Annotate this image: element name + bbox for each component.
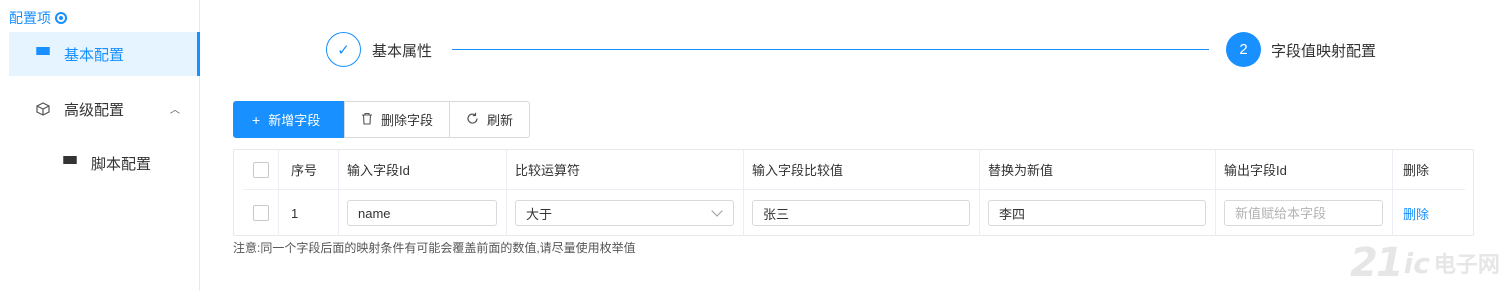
compare-value-input[interactable] — [752, 200, 970, 226]
delete-field-button[interactable]: 删除字段 — [344, 101, 451, 138]
sidebar-item-label: 脚本配置 — [91, 155, 152, 173]
gear-icon[interactable] — [55, 12, 67, 24]
step-label: 字段值映射配置 — [1271, 43, 1377, 60]
refresh-icon — [466, 112, 479, 128]
header-index: 序号 — [279, 150, 339, 189]
header-operator: 比较运算符 — [507, 150, 744, 189]
sidebar-item-script-config[interactable]: 脚本配置 — [9, 141, 200, 185]
new-value-cell — [980, 190, 1216, 236]
operator-value: 大于 — [526, 206, 553, 222]
header-input-field-id: 输入字段Id — [339, 150, 507, 189]
add-field-button[interactable]: + 新增字段 — [233, 101, 345, 138]
sidebar-item-advanced-config[interactable]: 高级配置 ︿ — [9, 87, 200, 131]
table-header: 序号 输入字段Id 比较运算符 输入字段比较值 替换为新值 输出字段Id 删除 — [243, 150, 1465, 190]
watermark-num: 21 — [1350, 240, 1404, 286]
trash-icon — [361, 112, 373, 128]
row-checkbox[interactable] — [252, 205, 269, 221]
watermark-logo: 21 ic 电子网 — [1350, 238, 1500, 288]
mapping-table: 序号 输入字段Id 比较运算符 输入字段比较值 替换为新值 输出字段Id 删除 … — [233, 149, 1474, 236]
output-field-id-input[interactable] — [1224, 200, 1383, 226]
sidebar-item-label: 基本配置 — [64, 46, 125, 64]
grid-icon — [63, 156, 77, 170]
mapping-note: 注意:同一个字段后面的映射条件有可能会覆盖前面的数值,请尽量使用枚举值 — [233, 241, 636, 255]
sidebar: 配置项 基本配置 高级配置 ︿ 脚本配置 — [0, 0, 200, 291]
cube-icon — [36, 102, 50, 116]
step-number: 2 — [1226, 32, 1261, 67]
delete-cell: 删除 — [1393, 190, 1465, 236]
config-title-label: 配置项 — [9, 10, 51, 26]
operator-select[interactable]: 大于 — [515, 200, 734, 226]
header-output-field-id: 输出字段Id — [1216, 150, 1393, 189]
toolbar: + 新增字段 删除字段 刷新 — [233, 101, 531, 138]
header-delete: 删除 — [1403, 163, 1430, 178]
table-row: 1 大于 删除 — [243, 190, 1465, 236]
row-checkbox-cell — [243, 190, 279, 236]
chevron-up-icon[interactable]: ︿ — [170, 101, 180, 116]
add-field-label: 新增字段 — [268, 113, 321, 128]
new-value-input[interactable] — [988, 200, 1206, 226]
input-field-id-input[interactable] — [347, 200, 497, 226]
config-title[interactable]: 配置项 — [9, 8, 67, 28]
watermark-cn: 电子网 — [1433, 253, 1500, 278]
step-label: 基本属性 — [372, 43, 433, 60]
delete-row-link[interactable]: 删除 — [1403, 204, 1429, 223]
header-compare-value: 输入字段比较值 — [744, 150, 980, 189]
check-icon: ✓ — [326, 32, 361, 67]
plus-icon: + — [252, 111, 261, 128]
select-all-checkbox[interactable] — [252, 161, 269, 178]
row-index: 1 — [279, 190, 339, 236]
refresh-label: 刷新 — [487, 113, 514, 128]
sidebar-item-basic-config[interactable]: 基本配置 — [9, 32, 200, 76]
grid-icon — [36, 47, 50, 61]
step-connector — [452, 49, 1209, 50]
operator-cell: 大于 — [507, 190, 744, 236]
watermark-ic: ic — [1403, 246, 1430, 280]
compare-value-cell — [744, 190, 980, 236]
sidebar-item-label: 高级配置 — [64, 101, 125, 119]
refresh-button[interactable]: 刷新 — [449, 101, 531, 138]
steps: ✓ 基本属性 2 字段值映射配置 — [326, 32, 1426, 68]
select-all-checkbox-cell — [243, 150, 279, 189]
chevron-down-icon — [711, 205, 723, 217]
output-field-id-cell — [1216, 190, 1393, 236]
header-new-value: 替换为新值 — [980, 150, 1216, 189]
input-field-id-cell — [339, 190, 507, 236]
delete-field-label: 删除字段 — [381, 113, 434, 128]
